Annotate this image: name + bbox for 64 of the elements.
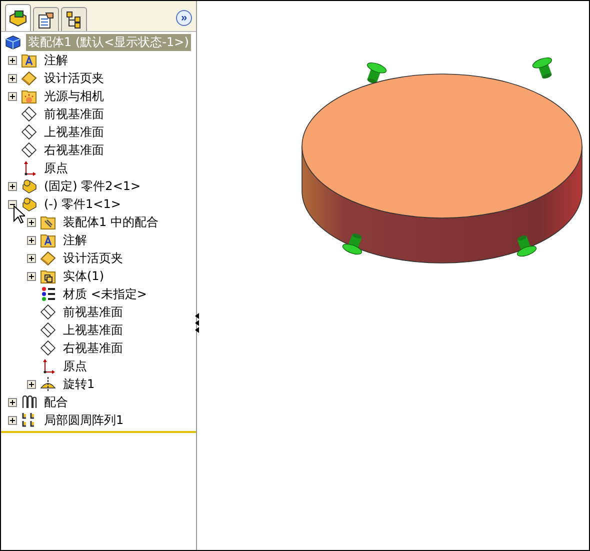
assembly-icon	[9, 9, 27, 27]
origin-icon	[21, 160, 37, 176]
tree-item[interactable]: 上视基准面	[61, 322, 125, 338]
sheet-icon	[37, 10, 55, 28]
hierarchy-icon	[65, 10, 83, 28]
expand-toggle[interactable]	[27, 272, 36, 280]
expand-toggle[interactable]	[8, 56, 17, 64]
expand-toggle[interactable]	[8, 182, 17, 190]
tree-item[interactable]: 实体(1)	[61, 268, 106, 284]
folder-icon	[40, 268, 56, 284]
tree-item[interactable]: 注解	[42, 52, 70, 68]
expand-button[interactable]: »	[176, 10, 192, 26]
tree-item[interactable]: 原点	[42, 160, 70, 176]
tree-item[interactable]: 右视基准面	[61, 340, 125, 356]
expand-toggle[interactable]	[8, 200, 17, 208]
tree-item[interactable]: 注解	[61, 232, 89, 248]
diamond-icon	[21, 70, 37, 86]
folder-icon	[40, 214, 56, 230]
material-icon	[40, 286, 56, 302]
folder-icon	[21, 88, 37, 104]
expand-toggle[interactable]	[8, 92, 17, 100]
paperclip-icon	[21, 394, 37, 410]
part-icon	[21, 178, 37, 194]
splitter-grip-icon[interactable]	[195, 313, 200, 333]
pattern-icon	[21, 412, 37, 428]
tree-item[interactable]: 材质 <未指定>	[61, 286, 149, 302]
tree-item[interactable]: 光源与相机	[42, 88, 106, 104]
panel-tab[interactable]	[5, 4, 31, 31]
tree-item[interactable]: (-) 零件1<1>	[42, 196, 123, 212]
tree-item[interactable]: 装配体1 中的配合	[61, 214, 160, 230]
panel-tab[interactable]	[61, 7, 87, 31]
folder-icon	[40, 232, 56, 248]
plane-icon	[21, 106, 37, 122]
tree-item[interactable]: 旋转1	[61, 376, 97, 392]
tree-item[interactable]: 前视基准面	[42, 106, 106, 122]
diamond-icon	[40, 250, 56, 266]
plane-icon	[40, 340, 56, 356]
tree-item[interactable]: 设计活页夹	[42, 70, 106, 86]
expand-toggle[interactable]	[27, 254, 36, 262]
cursor-icon	[13, 205, 25, 224]
tree-item[interactable]: 局部圆周阵列1	[42, 412, 126, 428]
expand-toggle[interactable]	[27, 236, 36, 244]
plane-icon	[40, 304, 56, 320]
panel-tab[interactable]	[33, 7, 59, 31]
revolve-icon	[40, 376, 56, 392]
origin-icon	[40, 358, 56, 374]
tree-item[interactable]: 配合	[42, 394, 70, 410]
tree-item[interactable]: 设计活页夹	[61, 250, 125, 266]
tree-item[interactable]: 原点	[61, 358, 89, 374]
plane-icon	[40, 322, 56, 338]
plane-icon	[21, 142, 37, 158]
expand-toggle[interactable]	[27, 218, 36, 226]
tree-item[interactable]: 上视基准面	[42, 124, 106, 140]
plane-icon	[21, 124, 37, 140]
folder-icon	[21, 52, 37, 68]
assembly-icon	[5, 34, 21, 50]
expand-toggle[interactable]	[27, 380, 36, 388]
part-icon	[21, 196, 37, 212]
expand-toggle[interactable]	[8, 398, 17, 406]
tree-item[interactable]: 右视基准面	[42, 142, 106, 158]
expand-toggle[interactable]	[8, 74, 17, 82]
tree-item[interactable]: 前视基准面	[61, 304, 125, 320]
expand-toggle[interactable]	[8, 416, 17, 424]
tree-item[interactable]: (固定) 零件2<1>	[42, 178, 143, 194]
